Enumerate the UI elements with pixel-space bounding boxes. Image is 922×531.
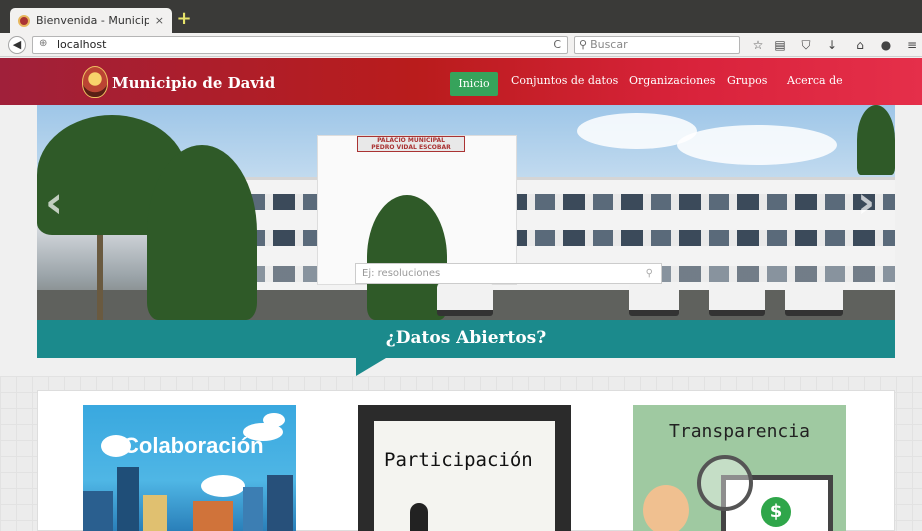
menu-icon[interactable]: ≡	[904, 37, 920, 53]
nav-item-inicio[interactable]: Inicio	[450, 72, 498, 96]
chat-icon[interactable]: ●	[878, 37, 894, 53]
magnifier-icon	[697, 455, 753, 511]
bookmark-star-icon[interactable]: ☆	[750, 37, 766, 53]
tab-title: Bienvenida - Municip…	[36, 14, 149, 27]
url-text: localhost	[57, 38, 107, 51]
search-icon: ⚲	[579, 38, 588, 51]
tree	[857, 105, 895, 175]
site-header: Municipio de David Inicio Conjuntos de d…	[0, 58, 922, 105]
tab-close-icon[interactable]: ×	[155, 14, 164, 27]
city-building	[143, 495, 167, 531]
card-colaboracion[interactable]: Colaboración	[83, 405, 296, 531]
city-building	[193, 501, 233, 531]
palace-sign-line1: PALACIO MUNICIPAL	[377, 137, 445, 144]
whiteboard: Participación	[374, 421, 555, 531]
pocket-icon[interactable]: ⛉	[798, 37, 814, 53]
site-brand[interactable]: Municipio de David	[112, 74, 275, 92]
back-button[interactable]: ◀	[8, 36, 26, 54]
palace-sign: PALACIO MUNICIPAL PEDRO VIDAL ESCOBAR	[357, 136, 465, 152]
card-label: Participación	[384, 449, 533, 471]
ambulance	[437, 282, 493, 316]
browser-toolbar: ◀ ⊕ localhost C ⚲ Buscar ☆ ▤ ⛉ ↓ ⌂ ● ≡	[0, 33, 922, 57]
browser-tab-bar: Bienvenida - Municip… × +	[0, 0, 922, 33]
city-building	[267, 475, 293, 531]
nav-item-conjuntos-de-datos[interactable]: Conjuntos de datos	[511, 74, 618, 87]
municipio-logo-icon[interactable]	[82, 66, 108, 98]
presenter-figure	[410, 503, 428, 531]
carousel-prev-icon[interactable]: ‹	[45, 177, 63, 228]
download-icon[interactable]: ↓	[824, 37, 840, 53]
site-favicon-icon	[18, 14, 30, 27]
reload-button[interactable]: C	[553, 38, 561, 51]
palm-tree	[367, 195, 447, 320]
city-building	[83, 491, 113, 531]
parked-car	[709, 282, 765, 316]
tree	[147, 145, 257, 320]
url-bar[interactable]: ⊕ localhost C	[32, 36, 568, 54]
card-transparencia[interactable]: Transparencia $	[633, 405, 846, 531]
dataset-search-input[interactable]: Ej: resoluciones ⚲	[355, 263, 662, 284]
businessman-figure	[643, 485, 689, 531]
city-building	[117, 467, 139, 531]
cloud-shape	[201, 475, 245, 497]
search-icon[interactable]: ⚲	[646, 264, 653, 283]
browser-tab[interactable]: Bienvenida - Municip… ×	[10, 8, 172, 33]
card-label: Colaboración	[123, 433, 264, 458]
site-info-icon[interactable]: ⊕	[39, 38, 47, 49]
carousel-next-icon[interactable]: ›	[857, 177, 875, 228]
cloud-shape	[677, 125, 837, 165]
palace-sign-line2: PEDRO VIDAL ESCOBAR	[371, 144, 451, 151]
open-data-banner: ¿Datos Abiertos?	[37, 320, 895, 358]
dollar-coin-icon: $	[761, 497, 791, 527]
window-row	[157, 194, 895, 210]
hero-carousel: PALACIO MUNICIPAL PEDRO VIDAL ESCOBAR ‹ …	[37, 105, 895, 320]
nav-item-organizaciones[interactable]: Organizaciones	[629, 74, 715, 87]
new-tab-button[interactable]: +	[176, 10, 192, 28]
browser-search-input[interactable]: ⚲ Buscar	[574, 36, 740, 54]
banner-pointer	[356, 358, 386, 376]
city-building	[243, 487, 263, 531]
parked-car	[785, 282, 843, 316]
nav-item-grupos[interactable]: Grupos	[727, 74, 767, 87]
reading-list-icon[interactable]: ▤	[772, 37, 788, 53]
nav-item-acerca-de[interactable]: Acerca de	[787, 74, 843, 87]
card-participacion[interactable]: Participación	[358, 405, 571, 531]
card-label: Transparencia	[669, 421, 810, 442]
browser-search-placeholder: Buscar	[590, 38, 628, 51]
home-icon[interactable]: ⌂	[852, 37, 868, 53]
banner-heading: ¿Datos Abiertos?	[385, 328, 547, 348]
dataset-search-placeholder: Ej: resoluciones	[362, 268, 441, 279]
parked-van	[629, 282, 679, 316]
window-row	[157, 230, 895, 246]
